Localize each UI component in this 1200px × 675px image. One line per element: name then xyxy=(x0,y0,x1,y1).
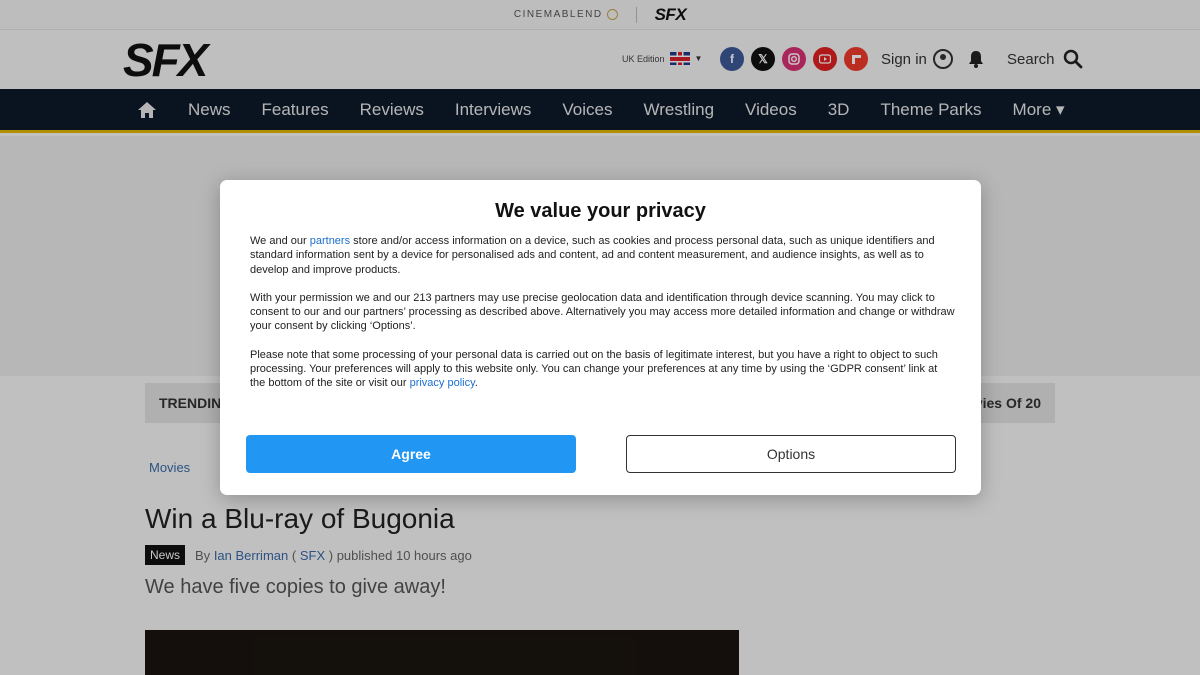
dialog-title: We value your privacy xyxy=(495,200,706,222)
partners-link[interactable]: partners xyxy=(310,235,350,247)
agree-button[interactable]: Agree xyxy=(246,435,576,473)
privacy-consent-dialog: We value your privacy We and our partner… xyxy=(220,180,981,495)
p1-text-start: We and our xyxy=(250,235,310,247)
consent-paragraph-3: Please note that some processing of your… xyxy=(250,348,955,391)
dialog-body: We and our partners store and/or access … xyxy=(250,234,955,405)
p3-text-start: Please note that some processing of your… xyxy=(250,348,938,390)
consent-paragraph-1: We and our partners store and/or access … xyxy=(250,234,955,277)
options-button[interactable]: Options xyxy=(626,435,956,473)
consent-paragraph-2: With your permission we and our 213 part… xyxy=(250,291,955,333)
p1-text-end: store and/or access information on a dev… xyxy=(250,235,935,276)
privacy-policy-link[interactable]: privacy policy xyxy=(410,377,475,389)
p3-text-end: . xyxy=(474,377,478,390)
